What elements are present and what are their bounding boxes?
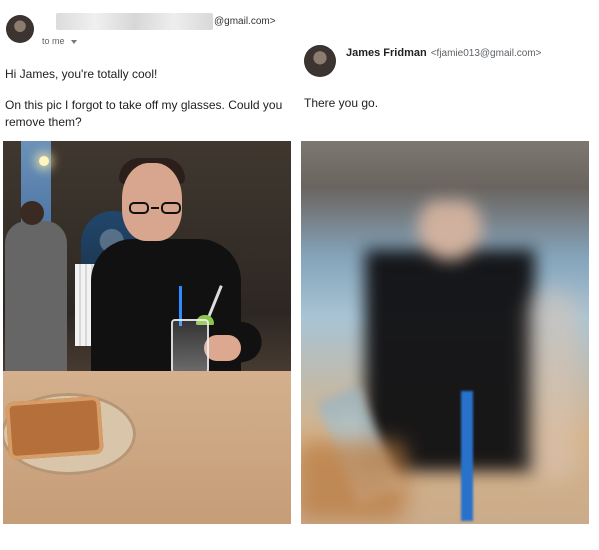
reply-sender: James Fridman <fjamie013@gmail.com>: [346, 47, 541, 59]
blurred-sender-name: [56, 13, 213, 30]
right-person-avatar-icon: [304, 45, 336, 77]
glasses-bridge: [151, 207, 159, 209]
wall-lamp: [39, 156, 49, 166]
glasses: [129, 202, 181, 216]
message-greeting: Hi James, you're totally cool!: [5, 67, 158, 81]
edited-photo: [301, 141, 589, 524]
drink-glass: [171, 319, 209, 379]
left-person-avatar-icon: [6, 15, 34, 43]
sender-domain: @gmail.com>: [214, 16, 276, 27]
blurred-pizza: [301, 441, 406, 521]
message-body: On this pic I forgot to take off my glas…: [5, 98, 283, 129]
man-hand: [204, 335, 241, 361]
bottom-spacing: [0, 524, 599, 550]
reply-body: There you go.: [304, 96, 379, 110]
reply-sender-name: James Fridman: [346, 47, 427, 59]
blurred-figure: [365, 201, 535, 471]
chevron-down-icon[interactable]: [70, 39, 77, 44]
recipient-label: to me: [42, 36, 65, 46]
blurred-straw: [461, 391, 473, 521]
reply-sender-email: <fjamie013@gmail.com>: [430, 48, 542, 59]
pizza: [5, 395, 104, 461]
recipient-line[interactable]: to me: [42, 36, 77, 46]
original-photo: [3, 141, 291, 524]
blurred-side-object: [527, 291, 579, 481]
